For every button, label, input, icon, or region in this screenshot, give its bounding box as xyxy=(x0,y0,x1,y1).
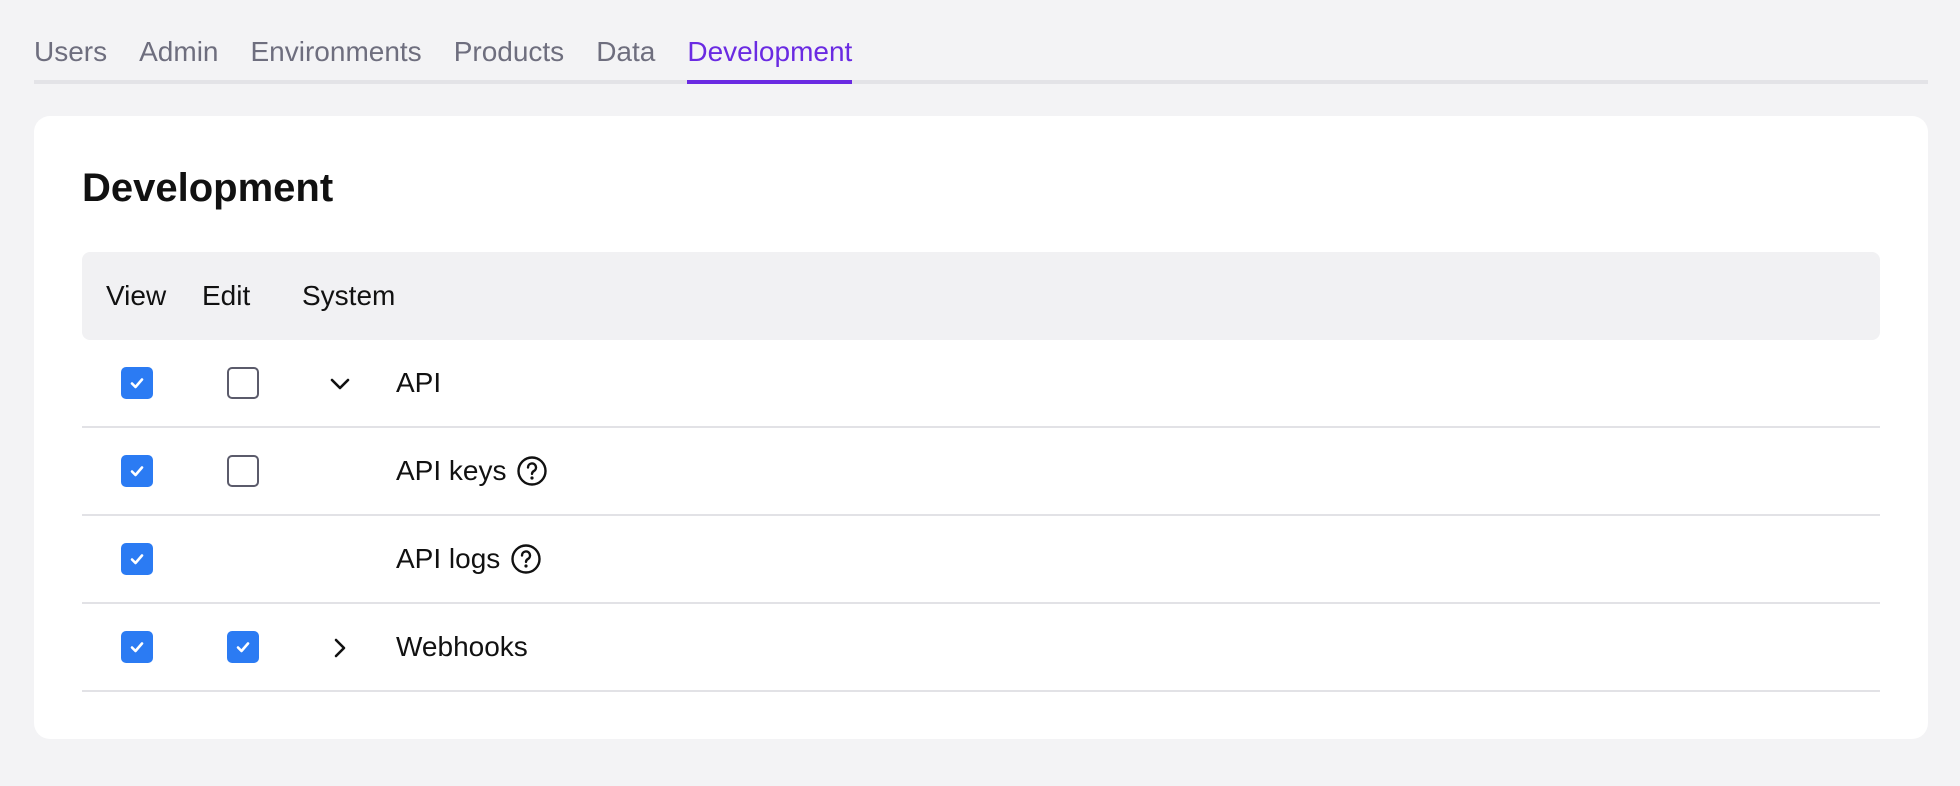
chevron-right-icon[interactable] xyxy=(326,634,354,662)
header-view: View xyxy=(106,280,167,311)
table-row-api-logs: API logs xyxy=(82,516,1880,604)
check-icon xyxy=(130,378,144,389)
row-label-api-logs: API logs xyxy=(396,543,501,574)
tab-environments[interactable]: Environments xyxy=(251,36,422,84)
tab-development[interactable]: Development xyxy=(687,36,853,84)
row-label-api: API xyxy=(396,367,442,398)
check-icon xyxy=(130,642,144,653)
permissions-table: View Edit System API API keys API logs W… xyxy=(82,252,1880,692)
tab-products[interactable]: Products xyxy=(454,36,565,84)
view-checkbox-api-keys[interactable] xyxy=(121,455,153,487)
view-checkbox-webhooks[interactable] xyxy=(121,631,153,663)
edit-checkbox-webhooks[interactable] xyxy=(227,631,259,663)
help-circle-icon[interactable] xyxy=(510,543,542,575)
permissions-card: Development View Edit System API API key… xyxy=(34,116,1928,739)
tab-bar: Users Admin Environments Products Data D… xyxy=(34,0,1928,84)
table-header: View Edit System xyxy=(82,252,1880,340)
check-icon xyxy=(130,466,144,477)
header-edit: Edit xyxy=(202,280,251,311)
view-checkbox-api[interactable] xyxy=(121,367,153,399)
tab-data[interactable]: Data xyxy=(596,36,655,84)
row-label-api-keys: API keys xyxy=(396,455,507,486)
table-row-api: API xyxy=(82,340,1880,428)
tab-users[interactable]: Users xyxy=(34,36,107,84)
table-row-webhooks: Webhooks xyxy=(82,604,1880,692)
help-circle-icon[interactable] xyxy=(516,455,548,487)
header-system: System xyxy=(302,280,396,311)
check-icon xyxy=(130,554,144,565)
table-row-api-keys: API keys xyxy=(82,428,1880,516)
tab-admin[interactable]: Admin xyxy=(139,36,218,84)
chevron-down-icon[interactable] xyxy=(326,370,354,398)
view-checkbox-api-logs[interactable] xyxy=(121,543,153,575)
check-icon xyxy=(236,642,250,653)
row-label-webhooks: Webhooks xyxy=(396,631,528,662)
edit-checkbox-api-keys[interactable] xyxy=(227,455,259,487)
edit-checkbox-api[interactable] xyxy=(227,367,259,399)
section-title: Development xyxy=(82,166,334,210)
